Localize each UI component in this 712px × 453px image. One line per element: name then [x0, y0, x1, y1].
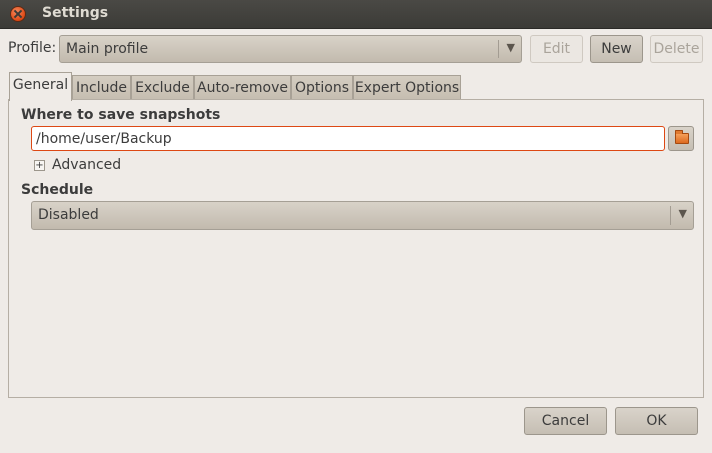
chevron-down-icon: ▼	[506, 41, 515, 54]
general-panel: Where to save snapshots + Advanced Sched…	[8, 99, 704, 398]
tab-auto-remove[interactable]: Auto-remove	[194, 75, 291, 100]
snapshots-heading: Where to save snapshots	[21, 107, 221, 123]
advanced-expander[interactable]: + Advanced	[34, 157, 154, 175]
chevron-down-icon: ▼	[678, 207, 687, 220]
delete-profile-button[interactable]: Delete	[650, 35, 703, 63]
close-icon[interactable]	[10, 6, 26, 22]
profile-select[interactable]: Main profile ▼	[59, 35, 522, 63]
advanced-label: Advanced	[52, 157, 122, 173]
ok-button[interactable]: OK	[615, 407, 698, 435]
snapshots-path-input[interactable]	[36, 129, 656, 149]
tab-expert-options[interactable]: Expert Options	[353, 75, 461, 100]
combo-separator	[670, 206, 671, 225]
new-profile-button[interactable]: New	[590, 35, 643, 63]
browse-folder-button[interactable]	[668, 126, 694, 151]
schedule-select[interactable]: Disabled ▼	[31, 201, 694, 230]
title-bar: Settings	[0, 0, 712, 29]
folder-icon	[675, 130, 689, 144]
edit-profile-button[interactable]: Edit	[530, 35, 583, 63]
tab-exclude[interactable]: Exclude	[131, 75, 194, 100]
schedule-select-value: Disabled	[38, 207, 99, 223]
expand-plus-icon: +	[34, 160, 45, 171]
window-title: Settings	[42, 5, 109, 21]
profile-select-value: Main profile	[66, 41, 149, 57]
tab-options[interactable]: Options	[291, 75, 353, 100]
schedule-heading: Schedule	[21, 182, 94, 198]
tab-general[interactable]: General	[9, 72, 72, 101]
settings-window: Settings Profile: Main profile ▼ Edit Ne…	[0, 0, 712, 453]
profile-label: Profile:	[8, 40, 57, 56]
combo-separator	[498, 40, 499, 58]
tab-include[interactable]: Include	[72, 75, 131, 100]
cancel-button[interactable]: Cancel	[524, 407, 607, 435]
snapshots-path-field[interactable]	[31, 126, 665, 151]
